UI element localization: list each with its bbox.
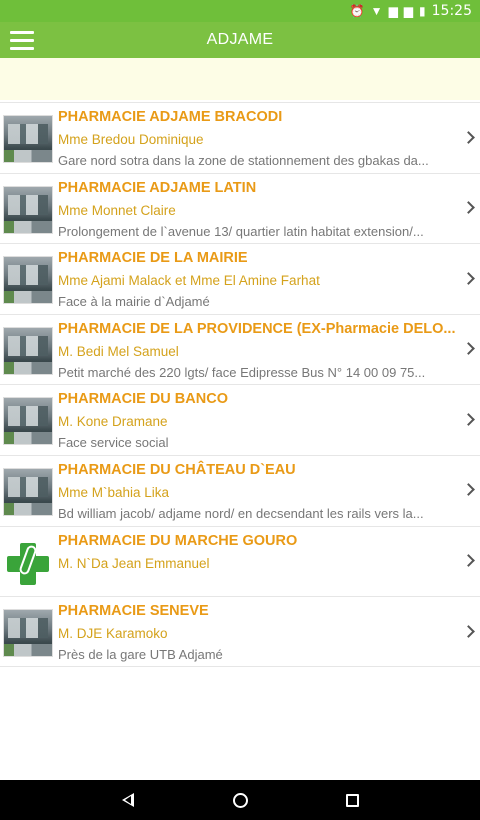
pharmacy-address: Face service social [58, 435, 169, 451]
list-item[interactable]: PHARMACIE DE LA MAIRIE Mme Ajami Malack e… [0, 243, 480, 314]
back-icon[interactable] [116, 788, 140, 812]
pharmacy-info: PHARMACIE DU CHÂTEAU D`EAU Mme M`bahia Li… [58, 460, 456, 523]
pharmacy-address: Petit marché des 220 lgts/ face Edipress… [58, 364, 426, 380]
page-title: ADJAME [206, 31, 274, 48]
pharmacy-name: PHARMACIE DE LA MAIRIE [58, 250, 248, 267]
list-item[interactable]: PHARMACIE DE LA PROVIDENCE (EX-Pharmacie… [0, 313, 480, 385]
system-nav-bar [0, 780, 480, 820]
pharmacy-info: PHARMACIE DE LA MAIRIE Mme Ajami Malack e… [58, 248, 456, 311]
status-time: 15:25 [431, 3, 472, 19]
pharmacy-list: PHARMACIE ADJAME BRACODI Mme Bredou Domin… [0, 102, 480, 667]
chevron-right-icon [462, 268, 474, 288]
pharmacy-address: Bd william jacob/ adjame nord/ en decsen… [58, 505, 424, 521]
chevron-right-icon [462, 339, 474, 359]
pharmacy-address [58, 574, 456, 594]
hamburger-menu-icon[interactable] [2, 22, 42, 58]
app-bar: ADJAME [0, 22, 480, 58]
pharmacy-photo [3, 609, 53, 658]
pharmacy-photo [3, 256, 53, 305]
recents-icon[interactable] [340, 788, 364, 812]
pharmacy-info: PHARMACIE DU MARCHE GOURO M. N`Da Jean Em… [58, 531, 456, 594]
pharmacy-info: PHARMACIE ADJAME BRACODI Mme Bredou Domin… [58, 107, 456, 170]
pharmacy-address: Près de la gare UTB Adjamé [58, 647, 223, 663]
home-icon[interactable] [228, 788, 252, 812]
list-item[interactable]: PHARMACIE SENEVE M. DJE Karamoko Près de l… [0, 596, 480, 667]
chevron-right-icon [462, 198, 474, 218]
pharmacy-name: PHARMACIE DU MARCHE GOURO [58, 532, 298, 549]
list-item[interactable]: PHARMACIE ADJAME LATIN Mme Monnet Claire P… [0, 172, 480, 244]
pharmacy-owner: M. DJE Karamoko [58, 626, 168, 642]
pharmacy-photo [3, 467, 53, 516]
battery-icon: ▮ [419, 4, 426, 18]
pharmacy-owner: M. N`Da Jean Emmanuel [58, 555, 210, 571]
pharmacy-info: PHARMACIE ADJAME LATIN Mme Monnet Claire P… [58, 178, 456, 241]
list-item[interactable]: PHARMACIE DU MARCHE GOURO M. N`Da Jean Em… [0, 525, 480, 597]
pharmacy-name: PHARMACIE DU CHÂTEAU D`EAU [58, 461, 296, 478]
pharmacy-name: PHARMACIE ADJAME LATIN [58, 179, 257, 196]
chevron-right-icon [462, 621, 474, 641]
banner-area [0, 58, 480, 100]
pharmacy-address: Gare nord sotra dans la zone de stationn… [58, 153, 429, 168]
pharmacy-photo [3, 115, 53, 163]
status-bar: ⏰ ▼ ▆ ▆ ▮ 15:25 [0, 0, 480, 22]
pharmacy-owner: M. Bedi Mel Samuel [58, 343, 179, 359]
sim2-icon: ▆ [403, 4, 414, 18]
pharmacy-info: PHARMACIE DU BANCO M. Kone Dramane Face se… [58, 389, 456, 452]
alarm-icon: ⏰ [349, 4, 365, 18]
pharmacy-name: PHARMACIE DE LA PROVIDENCE (EX-Pharmacie… [58, 320, 456, 337]
pharmacy-owner: Mme Ajami Malack et Mme El Amine Farhat [58, 273, 320, 289]
list-item[interactable]: PHARMACIE ADJAME BRACODI Mme Bredou Domin… [0, 102, 480, 173]
status-icons: ⏰ ▼ ▆ ▆ ▮ [350, 5, 426, 17]
pharmacy-logo-icon [3, 538, 53, 587]
pharmacy-name: PHARMACIE ADJAME BRACODI [58, 109, 283, 125]
pharmacy-owner: Mme Monnet Claire [58, 202, 176, 218]
chevron-right-icon [462, 409, 474, 429]
list-item[interactable]: PHARMACIE DU CHÂTEAU D`EAU Mme M`bahia Li… [0, 454, 480, 526]
pharmacy-address: Prolongement de l`avenue 13/ quartier la… [58, 223, 424, 239]
pharmacy-owner: M. Kone Dramane [58, 414, 168, 430]
pharmacy-info: PHARMACIE DE LA PROVIDENCE (EX-Pharmacie… [58, 319, 456, 382]
sim1-icon: ▆ [388, 4, 398, 18]
pharmacy-owner: Mme M`bahia Lika [58, 484, 170, 500]
wifi-icon: ▼ [370, 4, 383, 18]
pharmacy-owner: Mme Bredou Dominique [58, 132, 204, 147]
pharmacy-photo [3, 326, 53, 375]
list-item[interactable]: PHARMACIE DU BANCO M. Kone Dramane Face se… [0, 384, 480, 455]
pharmacy-address: Face à la mairie d`Adjamé [58, 294, 210, 310]
chevron-right-icon [462, 127, 474, 147]
pharmacy-name: PHARMACIE SENEVE [58, 603, 209, 620]
pharmacy-info: PHARMACIE SENEVE M. DJE Karamoko Près de l… [58, 601, 456, 664]
pharmacy-name: PHARMACIE DU BANCO [58, 391, 228, 408]
chevron-right-icon [462, 551, 474, 571]
pharmacy-photo [3, 397, 53, 446]
chevron-right-icon [462, 480, 474, 500]
pharmacy-photo [3, 185, 53, 234]
